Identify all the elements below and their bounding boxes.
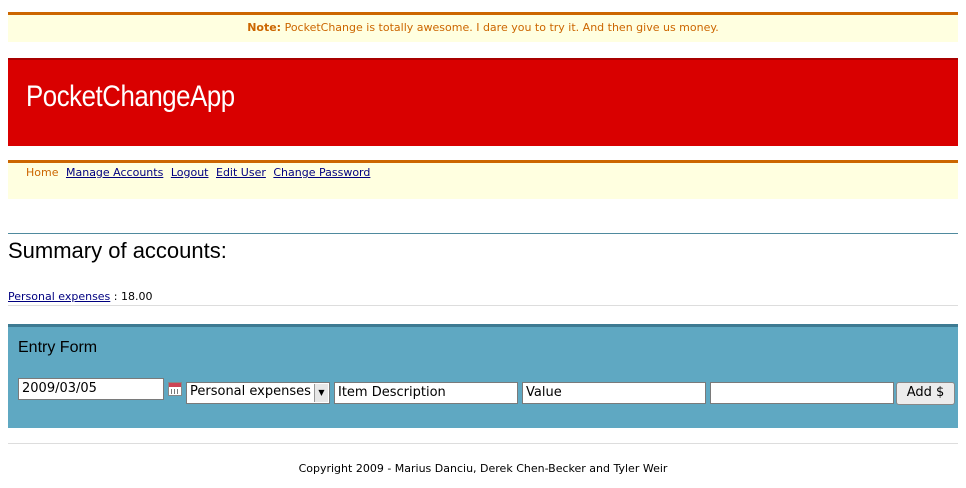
calendar-icon[interactable] xyxy=(168,382,182,396)
main-nav: Home Manage Accounts Logout Edit User Ch… xyxy=(8,160,958,199)
nav-change-password-link[interactable]: Change Password xyxy=(273,166,370,179)
nav-home[interactable]: Home xyxy=(26,166,58,179)
site-note-bar: Note: PocketChange is totally awesome. I… xyxy=(8,12,958,42)
value-input[interactable]: Value xyxy=(522,382,706,404)
account-balance: 18.00 xyxy=(121,290,153,303)
entry-form-title: Entry Form xyxy=(18,339,98,356)
divider xyxy=(8,305,958,306)
account-separator: : xyxy=(110,290,121,303)
account-select[interactable]: Personal expenses ▼ xyxy=(186,382,330,404)
item-description-input[interactable]: Item Description xyxy=(334,382,518,404)
account-summary-row: Personal expenses : 18.00 xyxy=(8,290,153,303)
divider xyxy=(8,233,958,234)
date-input[interactable]: 2009/03/05 xyxy=(18,378,164,400)
account-link-personal-expenses[interactable]: Personal expenses xyxy=(8,290,110,303)
nav-edit-user-link[interactable]: Edit User xyxy=(216,166,266,179)
footer-copyright: Copyright 2009 - Marius Danciu, Derek Ch… xyxy=(298,462,668,475)
page-title: Summary of accounts: xyxy=(8,238,227,263)
app-title: PocketChangeApp xyxy=(26,80,235,113)
account-select-value: Personal expenses xyxy=(190,384,311,399)
nav-logout-link[interactable]: Logout xyxy=(171,166,209,179)
chevron-down-icon[interactable]: ▼ xyxy=(314,384,328,402)
nav-manage-accounts-link[interactable]: Manage Accounts xyxy=(66,166,163,179)
header-banner: PocketChangeApp xyxy=(8,58,958,146)
note-label: Note: xyxy=(247,21,282,34)
entry-form-panel: Entry Form 2009/03/05 Personal expenses … xyxy=(8,324,958,428)
note-text: PocketChange is totally awesome. I dare … xyxy=(284,21,719,34)
divider xyxy=(8,443,958,444)
add-entry-button[interactable]: Add $ xyxy=(896,382,955,405)
tags-input[interactable] xyxy=(710,382,894,404)
